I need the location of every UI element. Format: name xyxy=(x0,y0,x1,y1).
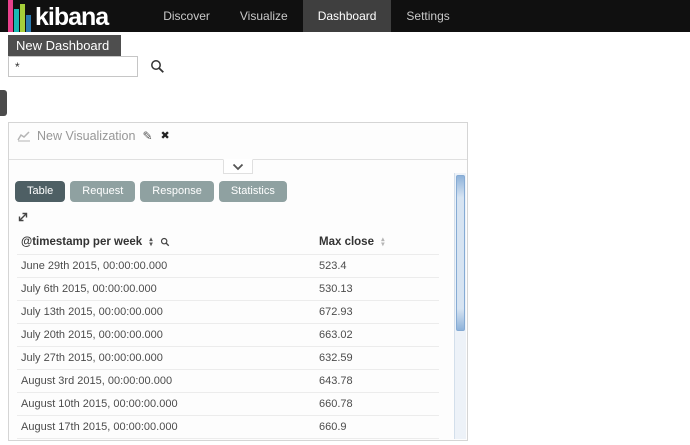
main-nav: Discover Visualize Dashboard Settings xyxy=(148,0,465,32)
search-button[interactable] xyxy=(150,59,165,74)
max-close-cell: 632.59 xyxy=(315,346,439,370)
dashboard-title: New Dashboard xyxy=(8,35,122,57)
timestamp-cell: July 13th 2015, 00:00:00.000 xyxy=(17,300,315,324)
sort-icon[interactable]: ▴ ▾ xyxy=(381,236,384,248)
kibana-logo[interactable]: kibana xyxy=(0,0,109,32)
column-header-max-close[interactable]: Max close ▴ ▾ xyxy=(315,230,439,255)
close-icon: ✖ xyxy=(160,130,170,142)
visualization-panel: New Visualization ✎ ✖ Table Request Respon… xyxy=(8,122,468,445)
timestamp-cell: August 10th 2015, 00:00:00.000 xyxy=(17,392,315,416)
table-row: July 20th 2015, 00:00:00.000 663.02 xyxy=(17,323,439,347)
expand-diagonal-icon xyxy=(18,212,28,222)
timestamp-cell: August 3rd 2015, 00:00:00.000 xyxy=(17,369,315,393)
max-close-cell: 530.13 xyxy=(315,277,439,301)
timestamp-cell: June 29th 2015, 00:00:00.000 xyxy=(17,254,315,278)
query-input[interactable] xyxy=(8,56,138,77)
table-row: August 3rd 2015, 00:00:00.000 643.78 xyxy=(17,369,439,393)
spy-tab[interactable]: Response xyxy=(140,181,214,202)
table-row: July 13th 2015, 00:00:00.000 672.93 xyxy=(17,300,439,324)
top-navbar: kibana Discover Visualize Dashboard Setting… xyxy=(0,0,690,32)
spy-tabs: Table Request Response Statistics xyxy=(15,181,449,202)
timestamp-cell: July 27th 2015, 00:00:00.000 xyxy=(17,346,315,370)
nav-item[interactable]: Visualize xyxy=(225,0,303,32)
scrollbar-thumb[interactable] xyxy=(456,175,465,331)
max-close-cell: 672.93 xyxy=(315,300,439,324)
max-close-cell: 637.61 xyxy=(315,438,439,445)
spy-tab[interactable]: Statistics xyxy=(218,181,287,202)
spy-collapse-button[interactable] xyxy=(223,159,253,174)
sidebar-collapse-handle[interactable] xyxy=(0,90,7,116)
panel-header: New Visualization ✎ ✖ xyxy=(9,123,467,147)
expand-spy-button[interactable] xyxy=(17,211,29,226)
table-body: June 29th 2015, 00:00:00.000 523.4 July … xyxy=(17,254,439,445)
column-header-timestamp[interactable]: @timestamp per week ▴ ▾ xyxy=(17,230,315,255)
max-close-cell: 663.02 xyxy=(315,323,439,347)
table-row: August 10th 2015, 00:00:00.000 660.78 xyxy=(17,392,439,416)
max-close-cell: 523.4 xyxy=(315,254,439,278)
spy-data-table: @timestamp per week ▴ ▾ Max close ▴ ▾ Ju… xyxy=(17,230,439,445)
max-close-cell: 643.78 xyxy=(315,369,439,393)
table-row: July 27th 2015, 00:00:00.000 632.59 xyxy=(17,346,439,370)
line-chart-icon xyxy=(17,131,30,142)
edit-panel-button[interactable]: ✎ xyxy=(141,130,153,142)
nav-item[interactable]: Settings xyxy=(391,0,464,32)
table-row: August 24th 2015, 00:00:00.000 637.61 xyxy=(17,438,439,445)
search-bar xyxy=(8,56,165,77)
panel-title: New Visualization xyxy=(37,129,136,143)
remove-panel-button[interactable]: ✖ xyxy=(160,130,171,142)
table-row: June 29th 2015, 00:00:00.000 523.4 xyxy=(17,254,439,278)
timestamp-cell: July 6th 2015, 00:00:00.000 xyxy=(17,277,315,301)
timestamp-cell: August 24th 2015, 00:00:00.000 xyxy=(17,438,315,445)
kibana-app: kibana Discover Visualize Dashboard Setting… xyxy=(0,0,690,445)
spy-scrollbar[interactable] xyxy=(454,173,466,439)
table-row: August 17th 2015, 00:00:00.000 660.9 xyxy=(17,415,439,439)
max-close-cell: 660.78 xyxy=(315,392,439,416)
search-column-icon[interactable] xyxy=(160,237,170,247)
sort-icon[interactable]: ▴ ▾ xyxy=(149,236,152,248)
kibana-logo-stripes-icon xyxy=(8,0,32,32)
visualization-area xyxy=(9,147,467,159)
spy-divider xyxy=(9,159,467,174)
timestamp-cell: August 17th 2015, 00:00:00.000 xyxy=(17,415,315,439)
brand-text: kibana xyxy=(35,3,109,31)
column-label: @timestamp per week xyxy=(21,236,143,248)
spy-tab[interactable]: Request xyxy=(70,181,136,202)
timestamp-cell: July 20th 2015, 00:00:00.000 xyxy=(17,323,315,347)
table-row: July 6th 2015, 00:00:00.000 530.13 xyxy=(17,277,439,301)
column-label: Max close xyxy=(319,236,374,248)
nav-item[interactable]: Discover xyxy=(148,0,225,32)
chevron-down-icon xyxy=(232,163,244,170)
pencil-icon: ✎ xyxy=(142,129,153,143)
spy-panel: Table Request Response Statistics @timestam… xyxy=(9,174,467,445)
search-icon xyxy=(151,60,164,73)
nav-item[interactable]: Dashboard xyxy=(302,0,392,32)
table-header-row: @timestamp per week ▴ ▾ Max close ▴ ▾ xyxy=(17,230,439,255)
spy-tab[interactable]: Table xyxy=(15,181,66,202)
max-close-cell: 660.9 xyxy=(315,415,439,439)
